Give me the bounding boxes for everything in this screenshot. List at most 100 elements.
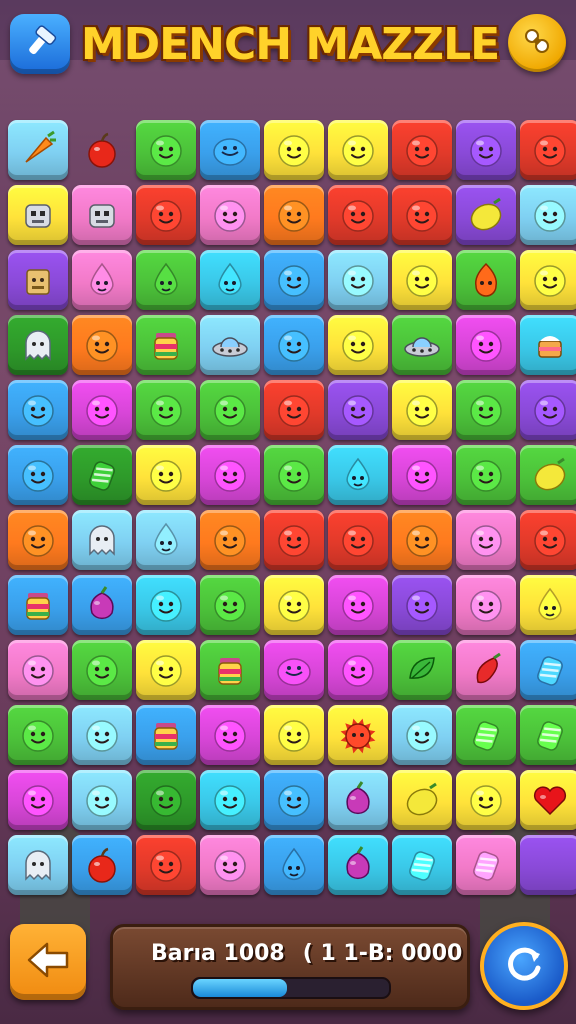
board-tile-r8-c3[interactable] [136,575,196,635]
board-tile-r3-c6[interactable] [328,250,388,310]
board-tile-r5-c3[interactable] [136,380,196,440]
board-tile-r8-c2[interactable] [72,575,132,635]
board-tile-r11-c1[interactable] [8,770,68,830]
board-tile-r2-c4[interactable] [200,185,260,245]
board-tile-r6-c3[interactable] [136,445,196,505]
board-tile-r11-c4[interactable] [200,770,260,830]
board-tile-r5-c7[interactable] [392,380,452,440]
board-tile-r8-c1[interactable] [8,575,68,635]
board-tile-r11-c3[interactable] [136,770,196,830]
board-tile-r7-c8[interactable] [456,510,516,570]
board-tile-r5-c4[interactable] [200,380,260,440]
board-tile-r9-c2[interactable] [72,640,132,700]
board-tile-r1-c1[interactable] [8,120,68,180]
board-tile-r11-c9[interactable] [520,770,576,830]
board-tile-r6-c5[interactable] [264,445,324,505]
board-tile-r7-c4[interactable] [200,510,260,570]
board-tile-r10-c1[interactable] [8,705,68,765]
board-tile-r10-c5[interactable] [264,705,324,765]
board-tile-r7-c9[interactable] [520,510,576,570]
board-tile-r8-c5[interactable] [264,575,324,635]
board-tile-r10-c2[interactable] [72,705,132,765]
board-tile-r12-c4[interactable] [200,835,260,895]
board-tile-r11-c5[interactable] [264,770,324,830]
board-tile-r12-c3[interactable] [136,835,196,895]
board-tile-r1-c7[interactable] [392,120,452,180]
board-tile-r1-c3[interactable] [136,120,196,180]
board-tile-r5-c8[interactable] [456,380,516,440]
board-tile-r6-c7[interactable] [392,445,452,505]
board-tile-r6-c9[interactable] [520,445,576,505]
refresh-button[interactable] [480,922,568,1010]
board-tile-r5-c9[interactable] [520,380,576,440]
board-tile-r4-c8[interactable] [456,315,516,375]
board-tile-r2-c1[interactable] [8,185,68,245]
board-tile-r4-c6[interactable] [328,315,388,375]
board-tile-r9-c1[interactable] [8,640,68,700]
board-tile-r3-c5[interactable] [264,250,324,310]
board-tile-r11-c7[interactable] [392,770,452,830]
board-tile-r2-c2[interactable] [72,185,132,245]
board-tile-r1-c6[interactable] [328,120,388,180]
board-tile-r10-c3[interactable] [136,705,196,765]
board-tile-r8-c9[interactable] [520,575,576,635]
board-tile-r11-c2[interactable] [72,770,132,830]
hammer-button[interactable] [10,14,70,74]
board-tile-r11-c8[interactable] [456,770,516,830]
board-tile-r1-c4[interactable] [200,120,260,180]
board-tile-r7-c1[interactable] [8,510,68,570]
board-tile-r2-c8[interactable] [456,185,516,245]
settings-button[interactable] [508,14,566,72]
board-tile-r4-c2[interactable] [72,315,132,375]
board-tile-r4-c3[interactable] [136,315,196,375]
board-tile-r7-c6[interactable] [328,510,388,570]
board-tile-r9-c5[interactable] [264,640,324,700]
board-tile-r12-c1[interactable] [8,835,68,895]
board-tile-r8-c6[interactable] [328,575,388,635]
board-tile-r3-c9[interactable] [520,250,576,310]
board-tile-r10-c8[interactable] [456,705,516,765]
board-tile-r12-c6[interactable] [328,835,388,895]
board-tile-r4-c9[interactable] [520,315,576,375]
board-tile-r12-c2[interactable] [72,835,132,895]
board-tile-r9-c8[interactable] [456,640,516,700]
board-tile-r1-c5[interactable] [264,120,324,180]
board-tile-r8-c8[interactable] [456,575,516,635]
board-tile-r6-c1[interactable] [8,445,68,505]
board-tile-r5-c6[interactable] [328,380,388,440]
board-tile-r10-c7[interactable] [392,705,452,765]
board-tile-r4-c7[interactable] [392,315,452,375]
board-tile-r6-c6[interactable] [328,445,388,505]
back-button[interactable] [10,924,86,1000]
board-tile-r9-c4[interactable] [200,640,260,700]
board-tile-r2-c3[interactable] [136,185,196,245]
board-tile-r7-c2[interactable] [72,510,132,570]
board-tile-r6-c8[interactable] [456,445,516,505]
board-tile-r4-c5[interactable] [264,315,324,375]
board-tile-r12-c5[interactable] [264,835,324,895]
board-tile-r11-c6[interactable] [328,770,388,830]
board-tile-r9-c3[interactable] [136,640,196,700]
board-tile-r12-c7[interactable] [392,835,452,895]
board-tile-r9-c6[interactable] [328,640,388,700]
board-tile-r4-c1[interactable] [8,315,68,375]
board-tile-r3-c2[interactable] [72,250,132,310]
board-tile-r5-c1[interactable] [8,380,68,440]
board-tile-r5-c2[interactable] [72,380,132,440]
board-tile-r7-c5[interactable] [264,510,324,570]
board-tile-r3-c1[interactable] [8,250,68,310]
board-tile-r1-c8[interactable] [456,120,516,180]
board-tile-r1-c2[interactable] [72,120,132,180]
board-tile-r9-c7[interactable] [392,640,452,700]
board-tile-r6-c2[interactable] [72,445,132,505]
board-tile-r9-c9[interactable] [520,640,576,700]
board-tile-r10-c4[interactable] [200,705,260,765]
board-tile-r2-c9[interactable] [520,185,576,245]
board-tile-r4-c4[interactable] [200,315,260,375]
board-tile-r6-c4[interactable] [200,445,260,505]
board-tile-r8-c4[interactable] [200,575,260,635]
board-tile-r2-c5[interactable] [264,185,324,245]
board-tile-r3-c7[interactable] [392,250,452,310]
board-tile-r8-c7[interactable] [392,575,452,635]
board-tile-r2-c7[interactable] [392,185,452,245]
